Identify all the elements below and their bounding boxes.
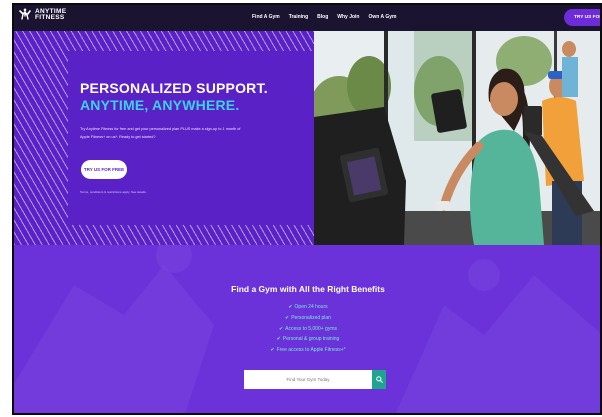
nav-link-blog[interactable]: Blog bbox=[317, 14, 328, 20]
brand-logo[interactable]: ANYTIME FITNESS bbox=[18, 8, 66, 22]
checkmark-icon: ✔ bbox=[288, 304, 293, 310]
gym-search-input[interactable] bbox=[244, 370, 372, 389]
brand-name-line2: FITNESS bbox=[35, 14, 65, 21]
nav-link-why-join[interactable]: Why Join bbox=[337, 14, 359, 20]
checkmark-icon: ✔ bbox=[270, 347, 275, 354]
checkmark-icon: ✔ bbox=[276, 336, 281, 343]
benefit-text: Open 24 hours bbox=[294, 304, 328, 310]
try-us-free-nav-button[interactable]: TRY US FOR FRE bbox=[564, 9, 600, 26]
benefit-item: ✔ Free access to Apple Fitness+* bbox=[270, 345, 345, 356]
nav-link-training[interactable]: Training bbox=[289, 14, 308, 20]
benefit-item: ✔ Access to 5,000+ gyms bbox=[279, 324, 337, 335]
hero-title-line2: ANYTIME, ANYWHERE. bbox=[80, 97, 240, 113]
hero-promo: PERSONALIZED SUPPORT. ANYTIME, ANYWHERE.… bbox=[14, 31, 314, 245]
find-gym-title: Find a Gym with All the Right Benefits bbox=[231, 284, 385, 294]
benefits-list: ✔ Open 24 hours ✔ Personalized plan ✔ Acces… bbox=[14, 302, 600, 356]
hero-section: PERSONALIZED SUPPORT. ANYTIME, ANYWHERE.… bbox=[14, 31, 600, 245]
search-button[interactable] bbox=[372, 370, 386, 389]
nav-links: Find A Gym Training Blog Why Join Own A … bbox=[252, 14, 396, 20]
checkmark-icon: ✔ bbox=[285, 314, 290, 321]
hero-description: Try Anytime Fitness for free and get you… bbox=[80, 127, 241, 139]
top-nav: ANYTIME FITNESS Find A Gym Training Blog… bbox=[14, 5, 600, 31]
benefit-item: ✔ Personal & group training bbox=[277, 334, 340, 345]
try-us-free-button[interactable]: TRY US FOR FREE bbox=[81, 160, 127, 179]
benefit-item: ✔ Personalized plan bbox=[285, 313, 331, 324]
hero-panel: PERSONALIZED SUPPORT. ANYTIME, ANYWHERE.… bbox=[68, 51, 314, 225]
hero-photo-treadmill bbox=[314, 31, 600, 245]
running-man-icon bbox=[18, 8, 32, 22]
benefit-item: ✔ Open 24 hours bbox=[288, 302, 327, 313]
hero-terms-link[interactable]: Terms, conditions & restrictions apply. … bbox=[80, 190, 147, 194]
benefit-text: Access to 5,000+ gyms bbox=[285, 325, 338, 332]
hero-title-line1: PERSONALIZED SUPPORT. bbox=[80, 80, 268, 96]
benefit-text: Personal & group training bbox=[282, 336, 340, 343]
nav-link-own-a-gym[interactable]: Own A Gym bbox=[368, 14, 396, 20]
browser-viewport: ANYTIME FITNESS Find A Gym Training Blog… bbox=[12, 3, 602, 415]
search-icon bbox=[375, 376, 383, 383]
find-gym-section: Find a Gym with All the Right Benefits ✔… bbox=[14, 245, 600, 413]
gym-search-bar bbox=[244, 370, 386, 389]
checkmark-icon: ✔ bbox=[278, 325, 284, 332]
nav-link-find-a-gym[interactable]: Find A Gym bbox=[252, 14, 280, 20]
benefit-text: Free access to Apple Fitness+* bbox=[276, 347, 346, 354]
benefit-text: Personalized plan bbox=[291, 314, 331, 321]
